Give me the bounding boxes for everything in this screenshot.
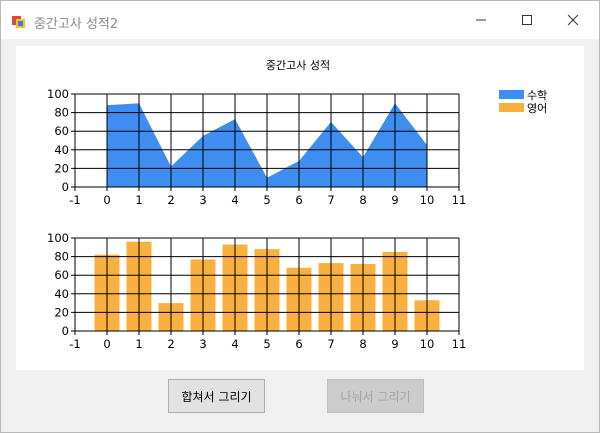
x-tick-label: -1 (69, 337, 80, 351)
y-tick-label: 20 (54, 305, 69, 319)
y-tick-label: 100 (47, 87, 69, 101)
y-tick-label: 40 (54, 287, 69, 301)
app-window: 중간고사 성적2 중간고사 성적 수학 영어 -1 0 1 2 3 4 5 6 … (0, 0, 600, 433)
y-tick-label: 100 (47, 231, 69, 245)
x-tick-label: 11 (452, 193, 467, 207)
x-tick-label: 5 (263, 337, 270, 351)
x-tick-label: 2 (167, 337, 174, 351)
legend-label-english: 영어 (527, 102, 547, 115)
combine-draw-button[interactable]: 합쳐서 그리기 (168, 379, 265, 413)
chart-area-english: -1 0 1 2 3 4 5 6 7 8 9 10 11020406080100 (47, 231, 466, 351)
x-tick-label: 4 (231, 337, 238, 351)
maximize-icon (522, 15, 532, 25)
chart-title: 중간고사 성적 (266, 59, 330, 72)
y-tick-label: 0 (62, 324, 69, 338)
y-tick-label: 60 (54, 124, 69, 138)
app-icon (12, 16, 25, 28)
split-draw-button[interactable]: 나눠서 그리기 (327, 379, 424, 413)
chart-panel: 중간고사 성적 수학 영어 -1 0 1 2 3 4 5 6 7 8 9 10 11 0 20 40 60 80 1… (16, 46, 584, 370)
minimize-button[interactable] (458, 1, 504, 39)
x-tick-label: 0 (103, 337, 110, 351)
legend-swatch-math (499, 90, 524, 99)
x-tick-label: 1 (135, 337, 142, 351)
x-tick-label: 2 (167, 193, 174, 207)
x-tick-label: -1 (69, 193, 80, 207)
chart-area-math: -1 0 1 2 3 4 5 6 7 8 9 10 11020406080100 (47, 87, 466, 207)
minimize-icon (476, 19, 486, 21)
x-tick-label: 6 (295, 193, 302, 207)
close-icon (567, 14, 579, 26)
y-tick-label: 40 (54, 143, 69, 157)
window-title: 중간고사 성적2 (34, 17, 119, 32)
x-tick-label: 7 (327, 193, 334, 207)
y-tick-label: 80 (54, 106, 69, 120)
x-tick-label: 4 (231, 193, 238, 207)
x-tick-label: 6 (295, 337, 302, 351)
close-button[interactable] (550, 1, 596, 39)
x-tick-label: 10 (420, 337, 435, 351)
x-tick-label: 8 (359, 193, 366, 207)
x-tick-label: 9 (391, 337, 398, 351)
x-tick-label: 5 (263, 193, 270, 207)
x-tick-label: 3 (199, 337, 206, 351)
legend: 수학 영어 (499, 89, 547, 115)
x-tick-label: 8 (359, 337, 366, 351)
y-tick-label: 60 (54, 268, 69, 282)
legend-label-math: 수학 (527, 89, 547, 102)
maximize-button[interactable] (504, 1, 550, 39)
x-tick-label: 3 (199, 193, 206, 207)
x-tick-label: 10 (420, 193, 435, 207)
y-tick-label: 0 (62, 180, 69, 194)
x-tick-label: 9 (391, 193, 398, 207)
chart-canvas: 중간고사 성적 수학 영어 -1 0 1 2 3 4 5 6 7 8 9 10 110204060801… (47, 59, 547, 351)
x-tick-label: 7 (327, 337, 334, 351)
legend-swatch-english (499, 103, 524, 112)
x-tick-label: 11 (452, 337, 467, 351)
y-tick-label: 20 (54, 161, 69, 175)
y-tick-label: 80 (54, 250, 69, 264)
x-tick-label: 0 (103, 193, 110, 207)
x-tick-label: 1 (135, 193, 142, 207)
title-bar[interactable]: 중간고사 성적2 (1, 1, 599, 39)
